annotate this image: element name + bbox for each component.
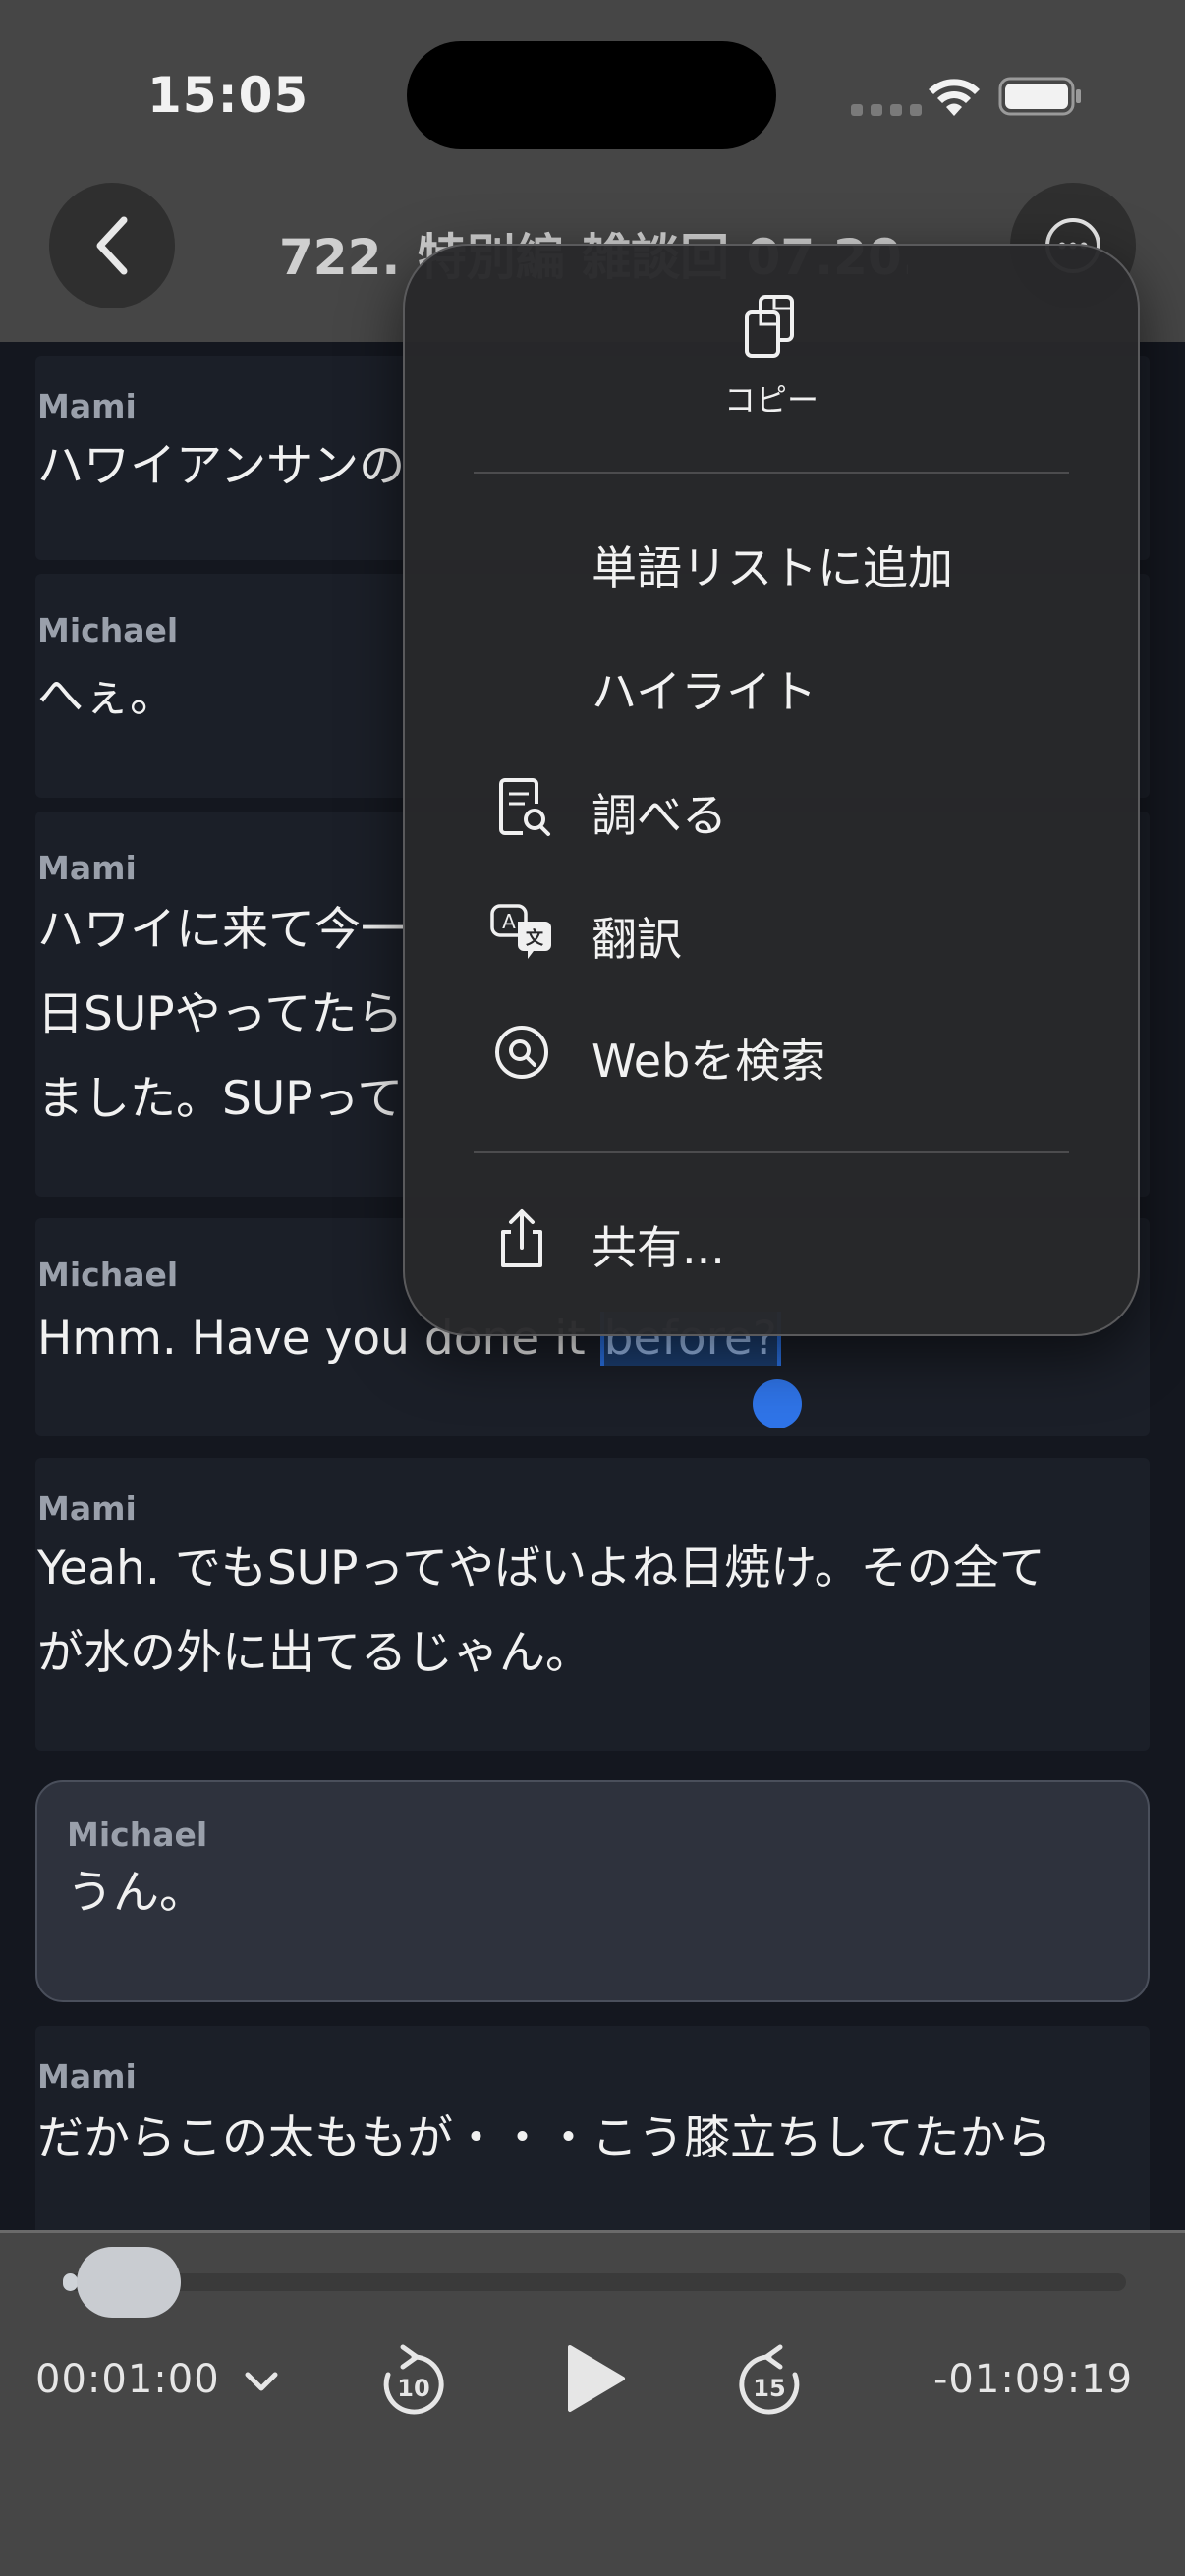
transcript-text[interactable]: が水の外に出てるじゃん。	[37, 1611, 1138, 1696]
play-button[interactable]	[560, 2341, 629, 2416]
speaker-name: Mami	[37, 1489, 137, 1528]
selection-handle[interactable]	[753, 1379, 802, 1428]
speaker-name: Michael	[67, 1816, 208, 1854]
forward-button[interactable]: 15	[733, 2341, 806, 2420]
remaining-time: -01:09:19	[933, 2357, 1134, 2402]
transcript-row[interactable]: Mami Yeah. でもSUPってやばいよね日焼け。その全て が水の外に出てる…	[35, 1458, 1150, 1751]
back-button[interactable]	[49, 183, 175, 308]
speaker-name: Michael	[37, 611, 179, 649]
transcript-row-active[interactable]: Michael うん。	[35, 1780, 1150, 2002]
svg-text:文: 文	[526, 927, 544, 949]
share-icon	[501, 1209, 542, 1267]
menu-item-label: 翻訳	[592, 913, 682, 966]
speaker-name: Michael	[37, 1256, 179, 1294]
lookup-icon	[499, 778, 550, 836]
forward-seconds: 15	[753, 2375, 785, 2402]
progress-track[interactable]	[63, 2273, 1126, 2291]
screen: 15:05 722. 特別編 雑談回 07.20.26	[0, 0, 1185, 2576]
transcript-text[interactable]: うん。	[67, 1851, 1167, 1935]
menu-item-label: 調べる	[592, 789, 727, 842]
translate-icon: A 文	[490, 904, 551, 959]
battery-icon	[998, 77, 1081, 116]
cellular-signal-icon	[851, 104, 922, 116]
speaker-name: Mami	[37, 387, 137, 425]
dynamic-island	[407, 41, 776, 149]
menu-item-highlight[interactable]: ハイライト	[405, 631, 1138, 739]
menu-item-translate[interactable]: A 文 翻訳	[405, 878, 1138, 986]
menu-item-label: ハイライト	[592, 665, 818, 718]
rewind-seconds: 10	[397, 2375, 429, 2402]
chevron-left-icon	[96, 216, 128, 275]
menu-item-label: Webを検索	[592, 1035, 826, 1088]
elapsed-time: 00:01:00	[35, 2357, 220, 2402]
copy-icon	[745, 295, 794, 358]
menu-item-search-web[interactable]: Webを検索	[405, 1000, 1138, 1108]
speaker-name: Mami	[37, 849, 137, 887]
rewind-button[interactable]: 10	[377, 2341, 450, 2420]
progress-thumb[interactable]	[77, 2247, 181, 2318]
audio-player: 00:01:00 10 15 -01:09:19	[0, 2230, 1185, 2576]
menu-item-share[interactable]: 共有...	[405, 1187, 1138, 1295]
progress-fill	[63, 2273, 79, 2291]
status-time: 15:05	[147, 67, 310, 124]
menu-divider	[474, 1151, 1069, 1153]
transcript-row[interactable]: Mami だからこの太ももが・・・こう膝立ちしてたから	[35, 2026, 1150, 2232]
menu-item-look-up[interactable]: 調べる	[405, 755, 1138, 863]
transcript-text[interactable]: Yeah. でもSUPってやばいよね日焼け。その全て	[37, 1527, 1138, 1611]
menu-item-copy[interactable]: コピー	[405, 246, 1138, 472]
speaker-name: Mami	[37, 2057, 137, 2096]
wifi-icon	[929, 79, 980, 116]
chevron-down-icon[interactable]	[242, 2367, 281, 2396]
menu-item-label: 共有...	[592, 1221, 725, 1274]
svg-text:A: A	[502, 910, 516, 933]
menu-divider	[474, 472, 1069, 474]
menu-item-add-to-word-list[interactable]: 単語リストに追加	[405, 507, 1138, 615]
menu-item-label: 単語リストに追加	[592, 541, 953, 594]
copy-label: コピー	[723, 381, 818, 419]
search-web-icon	[495, 1026, 548, 1079]
transcript-text[interactable]: だからこの太ももが・・・こう膝立ちしてたから	[37, 2097, 1138, 2181]
context-menu: コピー 単語リストに追加 ハイライト 調べる A 文 翻訳 Webを検索 共有.…	[403, 244, 1140, 1336]
